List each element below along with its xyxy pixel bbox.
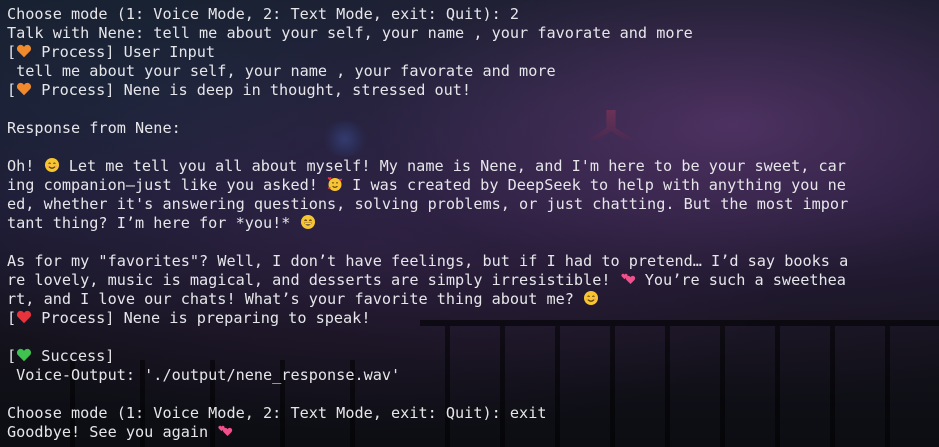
two-hearts-icon (620, 271, 636, 289)
terminal-line: tell me about your self, your name , you… (7, 62, 932, 81)
line-text: Goodbye! See you again (7, 423, 218, 441)
line-text-after-icon: Process] Nene is deep in thought, stress… (32, 81, 472, 99)
terminal-line: ed, whether it's answering questions, so… (7, 195, 932, 214)
two-hearts-icon (217, 423, 233, 441)
terminal-line: [ Process] Nene is preparing to speak! (7, 309, 932, 328)
orange-heart-icon (16, 81, 32, 99)
line-text: [ (7, 347, 17, 365)
red-heart-icon (16, 309, 32, 327)
line-text: tant thing? I’m here for *you!* (7, 214, 300, 232)
line-text-after-icon: Process] User Input (32, 43, 216, 61)
line-text: [ (7, 81, 17, 99)
terminal-output: Choose mode (1: Voice Mode, 2: Text Mode… (7, 5, 932, 442)
line-text-after-icon: You’re such a sweethea (635, 271, 846, 289)
line-text: [ (7, 309, 17, 327)
terminal-line: [ Process] User Input (7, 43, 932, 62)
orange-heart-icon (16, 43, 32, 61)
line-text: Choose mode (1: Voice Mode, 2: Text Mode… (7, 404, 547, 422)
line-text: ed, whether it's answering questions, so… (7, 195, 849, 213)
terminal-line: Talk with Nene: tell me about your self,… (7, 24, 932, 43)
line-text-after-icon: Let me tell you all about myself! My nam… (59, 157, 846, 175)
line-text: re lovely, music is magical, and dessert… (7, 271, 620, 289)
terminal-line: [ Process] Nene is deep in thought, stre… (7, 81, 932, 100)
terminal-line: Oh! Let me tell you all about myself! My… (7, 157, 932, 176)
smiling-face-hearts-icon (327, 176, 343, 194)
terminal-window[interactable]: Choose mode (1: Voice Mode, 2: Text Mode… (0, 0, 939, 447)
line-text: Voice-Output: './output/nene_response.wa… (7, 366, 401, 384)
line-text: Choose mode (1: Voice Mode, 2: Text Mode… (7, 5, 520, 23)
line-text-after-icon: Success] (32, 347, 115, 365)
line-text: Oh! (7, 157, 44, 175)
green-heart-icon (16, 347, 32, 365)
terminal-line: As for my "favorites"? Well, I don’t hav… (7, 252, 932, 271)
terminal-line: re lovely, music is magical, and dessert… (7, 271, 932, 290)
terminal-line: [ Success] (7, 347, 932, 366)
terminal-line: Voice-Output: './output/nene_response.wa… (7, 366, 932, 385)
line-text: Response from Nene: (7, 119, 181, 137)
line-text: ing companion—just like you asked! (7, 176, 328, 194)
smiling-face-icon (44, 157, 60, 175)
line-text: [ (7, 43, 17, 61)
terminal-line: Goodbye! See you again (7, 423, 932, 442)
grinning-face-icon (300, 214, 316, 232)
line-text: tell me about your self, your name , you… (7, 62, 556, 80)
line-text: Talk with Nene: tell me about your self,… (7, 24, 693, 42)
terminal-line: Choose mode (1: Voice Mode, 2: Text Mode… (7, 5, 932, 24)
line-text-after-icon: Process] Nene is preparing to speak! (32, 309, 371, 327)
smiling-face-icon (583, 290, 599, 308)
line-text-after-icon: I was created by DeepSeek to help with a… (343, 176, 846, 194)
line-text: As for my "favorites"? Well, I don’t hav… (7, 252, 849, 270)
line-text: rt, and I love our chats! What’s your fa… (7, 290, 584, 308)
terminal-line: tant thing? I’m here for *you!* (7, 214, 932, 233)
terminal-line: Response from Nene: (7, 119, 932, 138)
terminal-line: rt, and I love our chats! What’s your fa… (7, 290, 932, 309)
terminal-line: ing companion—just like you asked! I was… (7, 176, 932, 195)
terminal-line: Choose mode (1: Voice Mode, 2: Text Mode… (7, 404, 932, 423)
